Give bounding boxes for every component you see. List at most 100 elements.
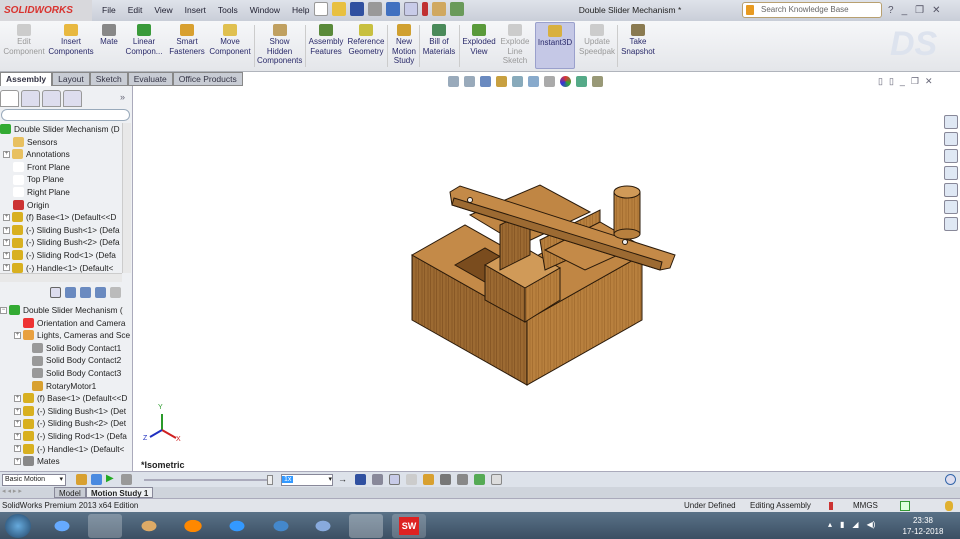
split-view-icon[interactable]: ▯ <box>878 76 883 87</box>
expand-toggle-icon[interactable]: + <box>14 407 21 415</box>
contact-icon[interactable] <box>457 474 468 485</box>
internet-explorer-icon[interactable] <box>45 514 79 538</box>
tree-item[interactable]: Sensors <box>0 136 124 149</box>
resources-icon[interactable] <box>944 115 958 129</box>
study-type-select[interactable]: Basic Motion ▾ <box>2 474 66 486</box>
paint-icon[interactable] <box>132 514 166 538</box>
file-explorer-taskbar-icon[interactable] <box>88 514 122 538</box>
solidworks-logo[interactable]: SOLIDWORKS <box>0 0 92 21</box>
viewport-minimize-icon[interactable]: _ <box>900 76 905 87</box>
start-button[interactable] <box>5 514 31 538</box>
file-explorer-icon[interactable] <box>944 166 958 180</box>
tree-item[interactable]: + (-) Sliding Bush<1> (Det <box>0 405 131 418</box>
reference-geometry-button[interactable]: Reference Geometry <box>346 24 386 56</box>
save-animation-icon[interactable] <box>355 474 366 485</box>
playback-mode-icon[interactable]: → <box>338 474 349 485</box>
motion-study-properties-icon[interactable] <box>491 474 502 485</box>
tree-item[interactable]: Solid Body Contact1 <box>0 342 131 355</box>
take-snapshot-button[interactable]: Take Snapshot <box>619 24 657 56</box>
explode-line-sketch-button[interactable]: Explode Line Sketch <box>499 24 531 66</box>
edit-component-button[interactable]: Edit Component <box>3 24 45 56</box>
instant3d-button[interactable]: Instant3D <box>535 22 575 69</box>
playback-slider[interactable] <box>144 479 272 481</box>
menu-view[interactable]: View <box>148 0 178 21</box>
expand-toggle-icon[interactable]: + <box>14 420 21 428</box>
graphics-area[interactable] <box>133 86 960 471</box>
design-library-icon[interactable] <box>944 149 958 163</box>
filter-animation-icon[interactable] <box>65 287 76 298</box>
expand-panel-icon[interactable]: » <box>120 92 125 102</box>
display-manager-tab-icon[interactable] <box>63 90 82 107</box>
tree-item[interactable]: Solid Body Contact2 <box>0 354 131 367</box>
expand-toggle-icon[interactable]: + <box>14 432 21 440</box>
split-view-2-icon[interactable]: ▯ <box>889 76 894 87</box>
expand-toggle-icon[interactable]: − <box>0 306 7 314</box>
expand-toggle-icon[interactable]: + <box>14 331 21 339</box>
collapse-motion-manager-icon[interactable] <box>945 474 956 485</box>
tab-evaluate[interactable]: Evaluate <box>127 72 173 86</box>
display-style-icon[interactable] <box>528 76 539 87</box>
expand-toggle-icon[interactable]: + <box>3 213 10 221</box>
tab-office-products[interactable]: Office Products <box>172 72 243 86</box>
previous-view-icon[interactable] <box>480 76 491 87</box>
tree-item[interactable]: + (f) Base<1> (Default<<D <box>0 392 131 405</box>
menu-tools[interactable]: Tools <box>212 0 244 21</box>
linear-component-pattern-button[interactable]: Linear Compon... <box>124 24 164 56</box>
show-hidden-components-button[interactable]: Show Hidden Components <box>257 24 302 66</box>
tab-layout[interactable]: Layout <box>52 72 90 86</box>
section-view-icon[interactable] <box>496 76 507 87</box>
playback-speed-select[interactable]: 1x ▾ <box>281 474 333 486</box>
update-speedpak-button[interactable]: Update Speedpak <box>578 24 616 56</box>
playback-slider-thumb[interactable] <box>267 475 273 485</box>
feature-manager-tab-icon[interactable] <box>0 90 19 107</box>
tree-item[interactable]: Front Plane <box>0 161 124 174</box>
close-icon[interactable]: ✕ <box>932 0 940 21</box>
apply-scene-icon[interactable] <box>576 76 587 87</box>
viewport-restore-icon[interactable]: ❐ <box>911 76 919 87</box>
snipping-tool-icon[interactable] <box>349 514 383 538</box>
tree-item[interactable]: + (-) Sliding Bush<1> (Defa <box>0 224 124 237</box>
menu-edit[interactable]: Edit <box>122 0 149 21</box>
autokey-icon[interactable] <box>389 474 400 485</box>
clock[interactable]: 23:38 17-12-2018 <box>900 515 946 537</box>
help-icon[interactable]: ? <box>888 0 894 21</box>
home-icon[interactable] <box>944 132 958 146</box>
minimize-icon[interactable]: _ <box>902 0 908 21</box>
options-icon[interactable] <box>450 2 464 16</box>
add-key-icon[interactable] <box>406 474 417 485</box>
tree-item[interactable]: + Mates <box>0 455 131 468</box>
solidworks-taskbar-icon[interactable]: SW <box>392 514 426 538</box>
feature-tree-scrollbar[interactable] <box>122 123 131 273</box>
mate-button[interactable]: Mate <box>97 24 121 47</box>
menu-file[interactable]: File <box>96 0 122 21</box>
uc-browser-icon[interactable] <box>176 514 210 538</box>
menu-window[interactable]: Window <box>244 0 286 21</box>
webcam-icon[interactable] <box>220 514 254 538</box>
calculate-icon[interactable] <box>76 474 87 485</box>
menu-insert[interactable]: Insert <box>179 0 212 21</box>
hide-show-items-icon[interactable] <box>544 76 555 87</box>
tray-device-icon[interactable]: ▮ <box>840 520 844 529</box>
tree-item[interactable]: + (-) Sliding Bush<2> (Defa <box>0 236 124 249</box>
filter-driving-icon[interactable] <box>80 287 91 298</box>
undo-icon[interactable] <box>386 2 400 16</box>
view-orientation-icon[interactable] <box>512 76 523 87</box>
bill-of-materials-button[interactable]: Bill of Materials <box>421 24 457 56</box>
filter-selected-icon[interactable] <box>95 287 106 298</box>
view-settings-icon[interactable] <box>592 76 603 87</box>
tree-item[interactable]: Solid Body Contact3 <box>0 367 131 380</box>
print-icon[interactable] <box>368 2 382 16</box>
restore-icon[interactable]: ❐ <box>915 0 924 21</box>
property-manager-tab-icon[interactable] <box>21 90 40 107</box>
volume-icon[interactable]: ◀) <box>867 520 876 529</box>
new-motion-study-button[interactable]: New Motion Study <box>390 24 418 66</box>
assembly-features-button[interactable]: Assembly Features <box>308 24 344 56</box>
custom-properties-icon[interactable] <box>944 217 958 231</box>
feature-tree-hscrollbar[interactable] <box>0 273 122 282</box>
view-palette-icon[interactable] <box>944 183 958 197</box>
tree-item[interactable]: RotaryMotor1 <box>0 380 131 393</box>
tab-assembly[interactable]: Assembly <box>0 72 53 86</box>
tree-item[interactable]: Double Slider Mechanism (D <box>0 123 124 136</box>
move-component-button[interactable]: Move Component <box>208 24 252 56</box>
motor-icon[interactable] <box>423 474 434 485</box>
